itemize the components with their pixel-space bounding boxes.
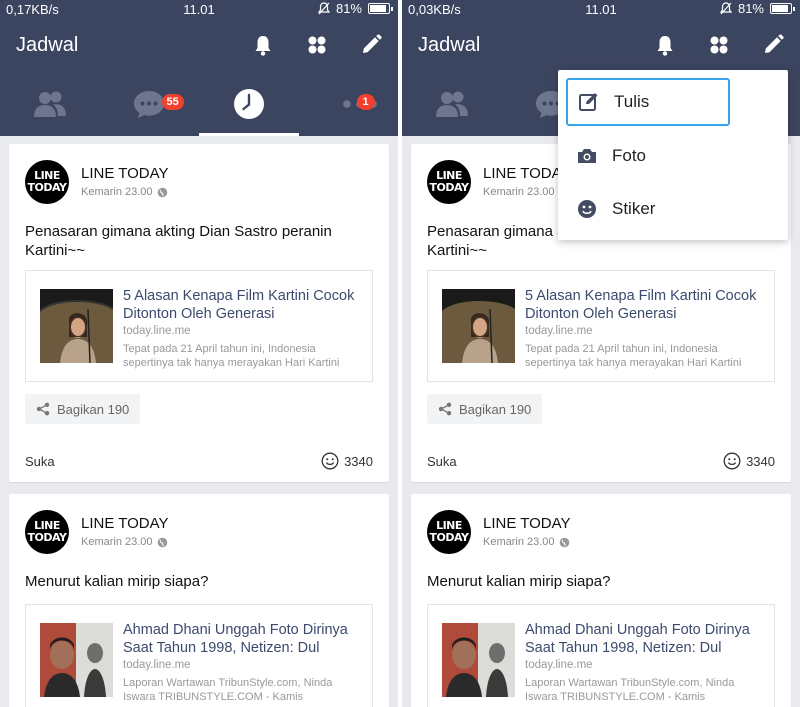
article-thumbnail [442, 289, 515, 363]
article-thumbnail [40, 289, 113, 363]
post-time: Kemarin 23.00 [483, 536, 555, 548]
share-icon [438, 402, 452, 416]
chat-icon [134, 91, 165, 118]
smiley-icon [321, 452, 339, 470]
screen-left: 0,17KB/s 11.01 81% Jadwal 55 1 LINE TODA… [0, 0, 398, 707]
reaction-count[interactable]: 3340 [723, 452, 775, 470]
menu-item-foto[interactable]: Foto [566, 132, 730, 180]
pencil-icon[interactable] [358, 32, 384, 58]
bell-icon[interactable] [652, 32, 678, 58]
reaction-count[interactable]: 3340 [321, 452, 373, 470]
globe-icon [559, 537, 569, 547]
tab-timeline[interactable] [199, 72, 299, 136]
battery-percent: 81% [335, 1, 362, 16]
article-description: Laporan Wartawan TribunStyle.com, Ninda … [525, 677, 735, 703]
menu-item-label: Stiker [612, 199, 656, 218]
pencil-icon[interactable] [760, 32, 786, 58]
share-label: Bagikan 190 [459, 401, 532, 417]
article-domain: today.line.me [123, 659, 191, 671]
post-card: LINE TODAY LINE TODAY Kemarin 23.00 Menur… [9, 494, 389, 707]
article-domain: today.line.me [525, 659, 593, 671]
tab-friends[interactable] [402, 72, 502, 136]
battery-icon [770, 3, 795, 14]
article-domain: today.line.me [123, 325, 191, 337]
avatar[interactable]: LINE TODAY [25, 160, 69, 204]
avatar[interactable]: LINE TODAY [427, 160, 471, 204]
post-author[interactable]: LINE TODAY [483, 515, 571, 532]
link-preview[interactable]: Ahmad Dhani Unggah Foto Dirinya Saat Tah… [25, 604, 373, 707]
menu-item-tulis[interactable]: Tulis [566, 78, 730, 126]
tab-friends[interactable] [0, 72, 100, 136]
camera-icon [578, 149, 596, 163]
write-menu-popup: Tulis Foto Stiker [558, 70, 788, 240]
avatar[interactable]: LINE TODAY [25, 510, 69, 554]
avatar[interactable]: LINE TODAY [427, 510, 471, 554]
mute-bell-icon [719, 2, 732, 15]
page-title: Jadwal [418, 34, 481, 56]
timeline-feed[interactable]: LINE TODAY LINE TODAY Kemarin 23.00 Penas… [0, 136, 398, 707]
globe-icon [157, 537, 167, 547]
article-title: 5 Alasan Kenapa Film Kartini Cocok Diton… [123, 288, 355, 322]
post-author[interactable]: LINE TODAY [81, 515, 169, 532]
post-text: Menurut kalian mirip siapa? [25, 573, 209, 590]
article-description: Laporan Wartawan TribunStyle.com, Ninda … [123, 677, 333, 703]
tab-chats[interactable]: 55 [100, 72, 200, 136]
post-time: Kemarin 23.00 [81, 536, 153, 548]
post-text: Menurut kalian mirip siapa? [427, 573, 611, 590]
sticker-face-icon [578, 200, 596, 218]
post-card: LINE TODAY LINE TODAY Kemarin 23.00 Penas… [9, 144, 389, 482]
menu-item-label: Foto [612, 146, 647, 165]
post-card: LINE TODAY LINE TODAY Kemarin 23.00 Menur… [411, 494, 791, 707]
app-bar: Jadwal [0, 20, 398, 72]
bell-icon[interactable] [250, 32, 276, 58]
tab-more[interactable]: 1 [299, 72, 399, 136]
globe-icon [157, 187, 167, 197]
like-button[interactable]: Suka [427, 454, 457, 469]
battery-icon [368, 3, 393, 14]
apps-grid-icon[interactable] [706, 32, 732, 58]
friends-icon [435, 91, 468, 117]
link-preview[interactable]: 5 Alasan Kenapa Film Kartini Cocok Diton… [427, 270, 775, 382]
like-button[interactable]: Suka [25, 454, 55, 469]
friends-icon [33, 91, 66, 117]
article-thumbnail [40, 623, 113, 697]
post-time: Kemarin 23.00 [483, 186, 555, 198]
article-title: 5 Alasan Kenapa Film Kartini Cocok Diton… [525, 288, 757, 322]
timeline-clock-icon [233, 89, 264, 119]
post-time: Kemarin 23.00 [81, 186, 153, 198]
status-bar: 0,17KB/s 11.01 81% [0, 0, 398, 20]
status-bar: 0,03KB/s 11.01 81% [402, 0, 800, 20]
main-tabs: 55 1 [0, 72, 398, 136]
share-button[interactable]: Bagikan 190 [427, 394, 543, 424]
link-preview[interactable]: Ahmad Dhani Unggah Foto Dirinya Saat Tah… [427, 604, 775, 707]
menu-item-stiker[interactable]: Stiker [566, 185, 730, 233]
link-preview[interactable]: 5 Alasan Kenapa Film Kartini Cocok Diton… [25, 270, 373, 382]
share-button[interactable]: Bagikan 190 [25, 394, 141, 424]
article-description: Tepat pada 21 April tahun ini, Indonesia… [525, 343, 742, 369]
smiley-icon [723, 452, 741, 470]
article-description: Tepat pada 21 April tahun ini, Indonesia… [123, 343, 340, 369]
unread-badge: 55 [161, 94, 184, 110]
apps-grid-icon[interactable] [304, 32, 330, 58]
article-title: Ahmad Dhani Unggah Foto Dirinya Saat Tah… [123, 622, 348, 656]
menu-item-label: Tulis [614, 92, 650, 111]
article-title: Ahmad Dhani Unggah Foto Dirinya Saat Tah… [525, 622, 750, 656]
page-title: Jadwal [16, 34, 79, 56]
app-bar: Jadwal [402, 20, 800, 72]
mute-bell-icon [317, 2, 330, 15]
edit-note-icon [579, 93, 598, 111]
battery-percent: 81% [737, 1, 764, 16]
article-thumbnail [442, 623, 515, 697]
article-domain: today.line.me [525, 325, 593, 337]
post-author[interactable]: LINE TODAY [81, 165, 169, 182]
notification-badge: 1 [356, 94, 375, 110]
share-label: Bagikan 190 [57, 401, 130, 417]
post-text: Penasaran gimana akting Dian Sastro pera… [25, 223, 332, 259]
share-icon [36, 402, 50, 416]
